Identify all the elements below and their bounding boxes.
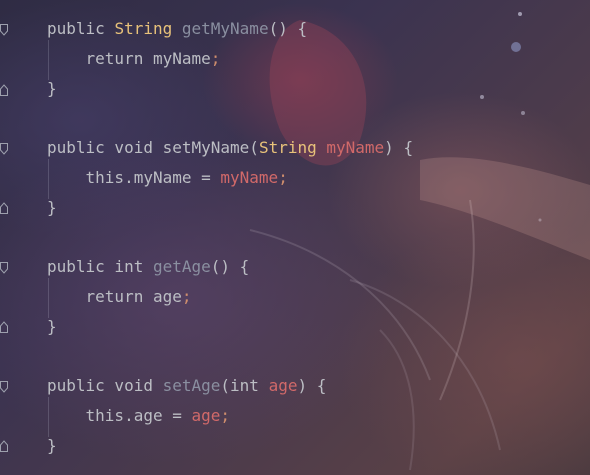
fold-start-icon[interactable] xyxy=(0,262,8,274)
code-token: () { xyxy=(268,19,308,38)
code-line[interactable]: this.age = age; xyxy=(47,406,231,426)
code-token: ; xyxy=(210,49,221,68)
code-line[interactable]: } xyxy=(47,79,57,99)
code-token: String xyxy=(114,19,173,38)
fold-start-icon[interactable] xyxy=(0,381,8,393)
code-token: ; xyxy=(181,287,192,306)
code-token: myName xyxy=(220,168,279,187)
code-line[interactable]: public void setMyName(String myName) { xyxy=(47,138,413,158)
code-token: ( xyxy=(249,138,259,157)
code-token: getMyName xyxy=(181,19,269,38)
code-token: setMyName xyxy=(162,138,250,157)
code-line[interactable]: return age; xyxy=(47,287,192,307)
code-line[interactable]: public String getMyName() { xyxy=(47,19,307,39)
background-artwork xyxy=(249,12,590,471)
code-token: myName xyxy=(152,49,211,68)
code-token: ) { xyxy=(297,376,327,395)
code-token: ) { xyxy=(384,138,414,157)
code-token: } xyxy=(47,198,57,217)
code-token: String xyxy=(258,138,317,157)
fold-start-icon[interactable] xyxy=(0,143,8,155)
code-line[interactable]: } xyxy=(47,198,57,218)
code-token: ; xyxy=(278,168,288,187)
fold-end-icon[interactable] xyxy=(0,84,8,96)
code-line[interactable]: } xyxy=(47,317,57,337)
code-token: public int xyxy=(47,257,153,276)
code-token: ; xyxy=(220,406,231,425)
fold-start-icon[interactable] xyxy=(0,24,8,36)
code-line[interactable]: public void setAge(int age) { xyxy=(47,376,326,396)
code-token: age xyxy=(268,376,298,395)
code-token: } xyxy=(47,317,57,336)
code-token: age xyxy=(191,406,221,425)
code-token: myName xyxy=(326,138,385,157)
code-token: setAge xyxy=(162,376,221,395)
code-token: (int xyxy=(220,376,269,395)
code-token: return xyxy=(47,49,153,68)
code-token: return age xyxy=(47,287,182,306)
code-token: () { xyxy=(210,257,250,276)
code-token: this.age = xyxy=(47,406,192,425)
editor-gutter xyxy=(0,0,12,475)
code-line[interactable]: public int getAge() { xyxy=(47,257,249,277)
fold-end-icon[interactable] xyxy=(0,321,8,333)
code-token: this.myName = xyxy=(47,168,221,187)
code-line[interactable]: this.myName = myName; xyxy=(47,168,288,188)
code-token: getAge xyxy=(152,257,211,276)
code-line[interactable]: } xyxy=(47,436,57,456)
fold-end-icon[interactable] xyxy=(0,202,8,214)
code-token: public xyxy=(47,19,115,38)
code-token: } xyxy=(47,79,57,98)
code-line[interactable]: return myName; xyxy=(47,49,221,69)
fold-end-icon[interactable] xyxy=(0,440,8,452)
code-token: public void xyxy=(47,376,163,395)
code-token: } xyxy=(47,436,57,455)
code-token: public void xyxy=(47,138,163,157)
